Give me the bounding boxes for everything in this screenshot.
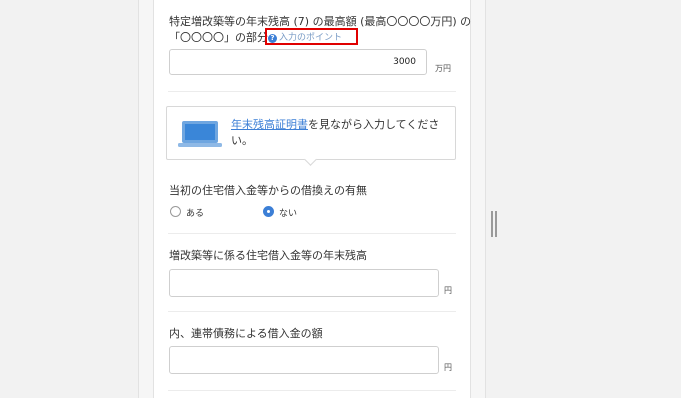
joint-debt-unit: 円 — [444, 363, 452, 372]
year-end-balance-input[interactable] — [169, 269, 439, 297]
radio-yes-label[interactable]: ある — [186, 206, 204, 219]
year-end-balance-label: 増改築等に係る住宅借入金等の年末残高 — [169, 249, 367, 262]
max-amount-unit: 万円 — [435, 64, 451, 73]
year-end-balance-unit: 円 — [444, 286, 452, 295]
resize-grip[interactable] — [495, 211, 497, 237]
joint-debt-label: 内、連帯債務による借入金の額 — [169, 327, 323, 340]
max-amount-label-line2: 「〇〇〇〇」の部分 — [169, 31, 268, 44]
divider — [168, 311, 456, 312]
joint-debt-input[interactable] — [169, 346, 439, 374]
refinance-label: 当初の住宅借入金等からの借換えの有無 — [169, 184, 367, 197]
callout-message: 年末残高証明書を見ながら入力してください。 — [231, 117, 443, 149]
laptop-icon — [178, 121, 222, 147]
radio-no-label[interactable]: ない — [279, 206, 297, 219]
max-amount-input[interactable] — [169, 49, 427, 75]
divider — [168, 233, 456, 234]
resize-grip[interactable] — [491, 211, 493, 237]
radio-no[interactable] — [263, 206, 274, 217]
divider — [168, 390, 456, 391]
highlight-frame — [265, 28, 358, 45]
divider — [168, 91, 456, 92]
radio-yes[interactable] — [170, 206, 181, 217]
balance-certificate-link[interactable]: 年末残高証明書 — [231, 118, 308, 131]
